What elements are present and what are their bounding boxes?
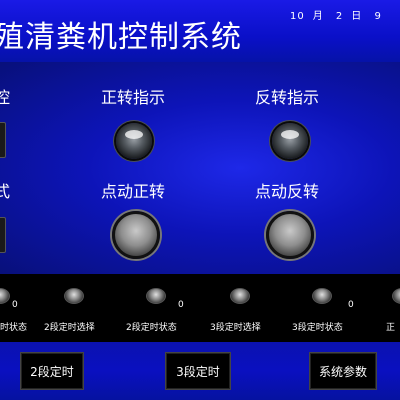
status-label: 2段定时状态 xyxy=(126,323,177,333)
forward-indicator-label: 正转指示 xyxy=(101,88,166,107)
date-month: 10 xyxy=(290,11,305,22)
status-lamp-icon xyxy=(64,288,84,304)
reverse-indicator-label: 反转指示 xyxy=(255,88,320,107)
status-strip: 0 时状态 2段定时选择 0 2段定时状态 3段定时选择 0 3段定时状态 正 xyxy=(0,274,400,342)
jog-forward-button[interactable] xyxy=(112,211,160,259)
control-panel: 控 式 正转指示 反转指示 点动正转 点动反转 xyxy=(0,62,400,274)
partial-left-button-top[interactable] xyxy=(0,122,6,158)
reverse-indicator-lamp xyxy=(272,123,308,159)
partial-left-button-mid[interactable] xyxy=(0,217,6,253)
strip-item: 0 3段定时状态 xyxy=(292,284,372,340)
strip-item[interactable]: 3段定时选择 xyxy=(210,284,290,340)
date-extra: 9 xyxy=(374,11,382,22)
system-params-button[interactable]: 系统参数 xyxy=(309,352,377,390)
strip-item: 0 时状态 xyxy=(0,284,40,340)
hmi-screen: 殖清粪机控制系统 10 月 2日 9 控 式 正转指示 反转指示 点动正转 点动反… xyxy=(0,0,400,400)
status-lamp-icon xyxy=(0,288,10,304)
status-label: 正 xyxy=(386,323,396,333)
date-month-unit: 月 xyxy=(312,11,324,22)
status-value: 0 xyxy=(178,300,184,310)
jog-forward-label: 点动正转 xyxy=(101,182,166,201)
date-day-unit: 日 xyxy=(351,11,363,22)
date-display: 10 月 2日 9 xyxy=(290,7,390,22)
date-day: 2 xyxy=(335,11,344,22)
forward-indicator-lamp xyxy=(116,123,152,159)
strip-item[interactable]: 2段定时选择 xyxy=(44,284,124,340)
jog-reverse-label: 点动反转 xyxy=(255,182,320,201)
status-lamp-icon xyxy=(312,288,332,304)
strip-item[interactable]: 正 xyxy=(372,284,400,340)
status-lamp-icon xyxy=(392,288,400,304)
segment-3-timer-button[interactable]: 3段定时 xyxy=(165,352,231,390)
status-label: 3段定时选择 xyxy=(210,323,261,333)
segment-2-timer-button[interactable]: 2段定时 xyxy=(20,352,84,390)
jog-reverse-button[interactable] xyxy=(266,211,314,259)
status-value: 0 xyxy=(12,300,18,310)
bottom-nav: 2段定时 3段定时 系统参数 xyxy=(0,342,400,400)
status-lamp-icon xyxy=(146,288,166,304)
title-bar: 殖清粪机控制系统 10 月 2日 9 xyxy=(0,0,400,62)
status-lamp-icon xyxy=(230,288,250,304)
status-label: 时状态 xyxy=(0,323,28,333)
status-label: 2段定时选择 xyxy=(44,323,95,333)
page-title: 殖清粪机控制系统 xyxy=(0,20,242,55)
strip-item: 0 2段定时状态 xyxy=(126,284,206,340)
partial-label-mid: 式 xyxy=(0,182,11,201)
status-label: 3段定时状态 xyxy=(292,323,343,333)
status-value: 0 xyxy=(348,300,354,310)
partial-label-top: 控 xyxy=(0,88,11,107)
